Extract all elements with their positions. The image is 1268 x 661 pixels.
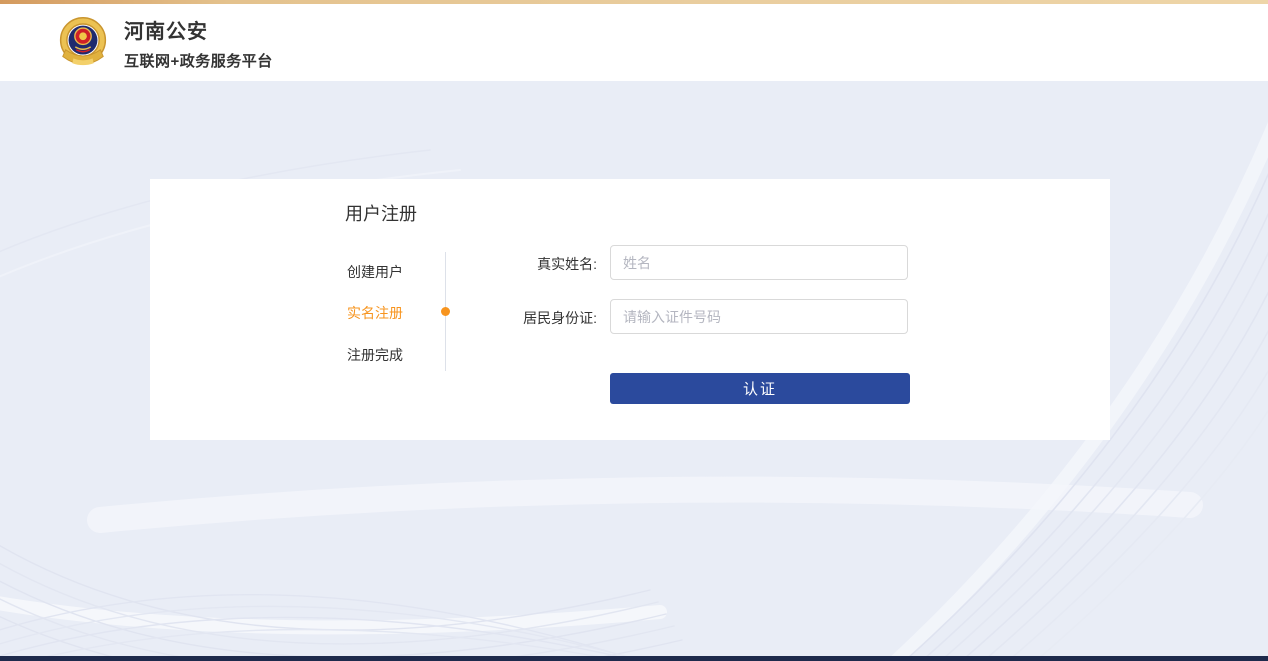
registration-card: 用户注册 创建用户 实名注册 注册完成 真实姓名: 居民身份证: 认证 [150,179,1110,440]
step-item-create-user: 创建用户 [347,262,403,282]
authenticate-button[interactable]: 认证 [610,373,910,404]
site-subtitle: 互联网+政务服务平台 [124,50,273,71]
footer-bar [0,656,1268,661]
real-name-input[interactable] [610,245,908,280]
site-header: 河南公安 互联网+政务服务平台 [0,4,1268,81]
step-item-register-complete: 注册完成 [347,345,403,365]
police-badge-icon [57,16,109,70]
site-title-block: 河南公安 互联网+政务服务平台 [124,15,273,71]
real-name-label: 真实姓名: [480,254,597,274]
step-progress-dot [441,307,450,316]
page-title: 用户注册 [345,200,417,226]
top-accent-bar [0,0,1268,4]
page: 河南公安 互联网+政务服务平台 [0,0,1268,661]
id-number-input[interactable] [610,299,908,334]
step-item-realname-register: 实名注册 [347,303,403,323]
id-number-label: 居民身份证: [480,308,597,328]
site-title: 河南公安 [124,15,273,44]
